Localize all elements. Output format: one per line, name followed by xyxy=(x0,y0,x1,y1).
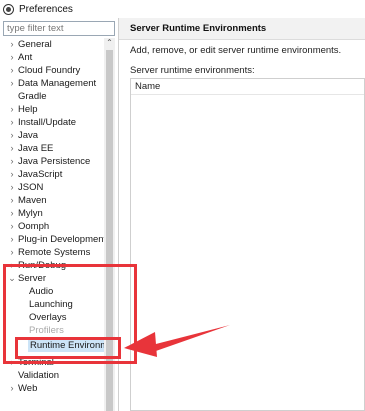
tree-item-ant[interactable]: › Ant xyxy=(0,51,104,64)
chevron-right-icon[interactable]: › xyxy=(8,38,16,51)
chevron-right-icon[interactable]: › xyxy=(8,194,16,207)
chevron-right-icon[interactable]: › xyxy=(8,207,16,220)
tree-item-json[interactable]: › JSON xyxy=(0,181,104,194)
page-header: Server Runtime Environments xyxy=(119,18,365,40)
preference-page: Server Runtime Environments Add, remove,… xyxy=(119,18,365,411)
tree-item-java-persistence[interactable]: › Java Persistence xyxy=(0,155,104,168)
tree-item-label: Gradle xyxy=(18,91,47,102)
tree-item-label: Plug-in Development xyxy=(18,234,104,245)
chevron-right-icon[interactable]: › xyxy=(8,116,16,129)
tree-item-general[interactable]: › General xyxy=(0,38,104,51)
tree-item-java-ee[interactable]: › Java EE xyxy=(0,142,104,155)
scroll-up-icon[interactable]: ⌃ xyxy=(104,38,115,48)
tree-item-web[interactable]: › Web xyxy=(0,382,104,395)
tree-item-label: JavaScript xyxy=(18,169,63,180)
tree-item-label: Remote Systems xyxy=(18,247,91,258)
chevron-right-icon[interactable]: › xyxy=(8,246,16,259)
annotation-highlight-runtime-environments xyxy=(15,337,121,359)
chevron-right-icon[interactable]: › xyxy=(8,155,16,168)
chevron-right-icon[interactable]: › xyxy=(8,142,16,155)
chevron-right-icon[interactable]: › xyxy=(8,233,16,246)
tree-item-remote-systems[interactable]: › Remote Systems xyxy=(0,246,104,259)
tree-item-maven[interactable]: › Maven xyxy=(0,194,104,207)
tree-item-install-update[interactable]: › Install/Update xyxy=(0,116,104,129)
chevron-right-icon[interactable]: › xyxy=(8,77,16,90)
tree-item-javascript[interactable]: › JavaScript xyxy=(0,168,104,181)
tree-item-label: Mylyn xyxy=(18,208,43,219)
window-titlebar: Preferences xyxy=(0,0,365,18)
tree-item-gradle[interactable]: Gradle xyxy=(0,90,104,103)
tree-item-cloud-foundry[interactable]: › Cloud Foundry xyxy=(0,64,104,77)
tree-item-label: Java xyxy=(18,130,39,141)
tree-item-label: General xyxy=(18,39,52,50)
chevron-right-icon[interactable]: › xyxy=(8,181,16,194)
chevron-right-icon[interactable]: › xyxy=(8,168,16,181)
tree-item-label: Oomph xyxy=(18,221,50,232)
tree-item-java[interactable]: › Java xyxy=(0,129,104,142)
tree-item-help[interactable]: › Help xyxy=(0,103,104,116)
chevron-right-icon[interactable]: › xyxy=(8,103,16,116)
tree-item-label: Validation xyxy=(18,370,60,381)
tree-item-validation[interactable]: Validation xyxy=(0,369,104,382)
runtime-environments-label: Server runtime environments: xyxy=(130,65,255,76)
tree-item-label: Java Persistence xyxy=(18,156,91,167)
tree-item-label: Java EE xyxy=(18,143,54,154)
tree-item-label: Maven xyxy=(18,195,47,206)
tree-item-data-management[interactable]: › Data Management xyxy=(0,77,104,90)
window-title: Preferences xyxy=(19,3,73,15)
tree-item-label: Ant xyxy=(18,52,33,63)
tree-item-label: Data Management xyxy=(18,78,97,89)
tree-item-mylyn[interactable]: › Mylyn xyxy=(0,207,104,220)
tree-item-label: Help xyxy=(18,104,38,115)
tree-item-oomph[interactable]: › Oomph xyxy=(0,220,104,233)
filter-input[interactable] xyxy=(3,21,115,36)
tree-item-label: Web xyxy=(18,383,38,394)
chevron-right-icon[interactable]: › xyxy=(8,129,16,142)
tree-item-plug-in-development[interactable]: › Plug-in Development xyxy=(0,233,105,246)
chevron-right-icon[interactable]: › xyxy=(8,64,16,77)
page-description: Add, remove, or edit server runtime envi… xyxy=(130,45,342,56)
chevron-right-icon[interactable]: › xyxy=(8,220,16,233)
page-title: Server Runtime Environments xyxy=(130,23,267,34)
chevron-right-icon[interactable]: › xyxy=(8,382,16,395)
tree-item-label: Install/Update xyxy=(18,117,77,128)
table-header-name[interactable]: Name xyxy=(131,79,364,95)
preferences-app-icon xyxy=(3,3,14,15)
runtime-environments-table[interactable]: Name xyxy=(130,78,365,411)
column-header-label: Name xyxy=(135,81,161,92)
chevron-right-icon[interactable]: › xyxy=(8,51,16,64)
tree-item-label: Cloud Foundry xyxy=(18,65,81,76)
tree-item-label: JSON xyxy=(18,182,44,193)
